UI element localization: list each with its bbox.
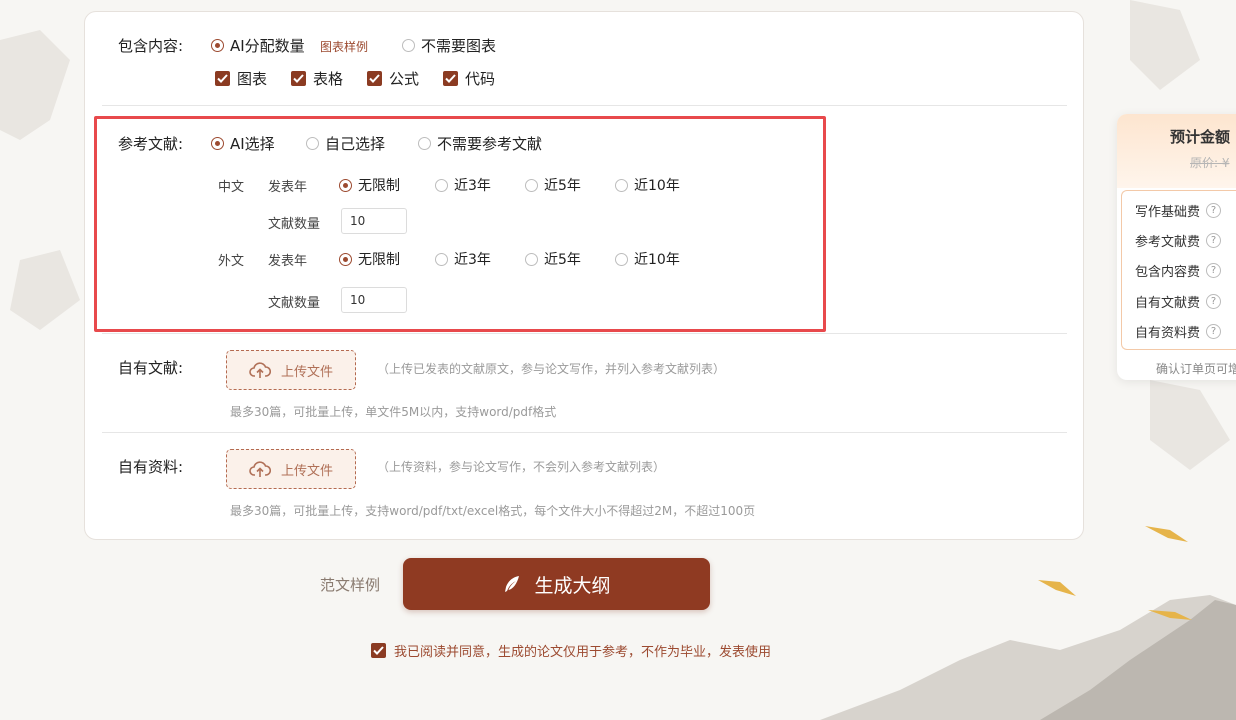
cn-year-unlimited[interactable]: 无限制 [339, 175, 400, 195]
foreign-count-input[interactable]: 10 [341, 287, 407, 313]
checkbox-code[interactable]: 代码 [443, 68, 495, 89]
own-materials-note: （上传资料，参与论文写作，不会列入参考文献列表） [377, 460, 666, 474]
radio-dot [435, 252, 448, 266]
fee-item: 包含内容费 ? [1135, 261, 1222, 280]
section-divider [102, 333, 1067, 334]
checkbox-table[interactable]: 表格 [291, 68, 343, 89]
own-materials-hint: 最多30篇，可批量上传，支持word/pdf/txt/excel格式，每个文件大… [230, 504, 756, 518]
fee-item: 写作基础费 ? [1135, 201, 1222, 220]
radio-dot [339, 252, 352, 266]
radio-dot [306, 137, 319, 150]
references-label: 参考文献: [118, 135, 184, 153]
original-price: 原价: ¥ [1190, 156, 1230, 170]
radio-dot [615, 252, 628, 266]
radio-ai-select[interactable]: AI选择 [211, 133, 275, 154]
check-icon [215, 71, 230, 86]
check-icon [371, 643, 386, 658]
fee-list: 写作基础费 ? 参考文献费 ? 包含内容费 ? 自有文献费 ? 自有资料费 ? [1121, 190, 1236, 350]
fee-item: 参考文献费 ? [1135, 231, 1222, 250]
radio-dot [525, 178, 538, 192]
chinese-lang-label: 中文 [218, 180, 245, 195]
help-icon[interactable]: ? [1206, 203, 1222, 218]
radio-ai-allocate[interactable]: AI分配数量 [211, 35, 305, 56]
check-icon [291, 71, 306, 86]
help-icon[interactable]: ? [1206, 263, 1222, 278]
foreign-count-label: 文献数量 [268, 296, 321, 311]
help-icon[interactable]: ? [1206, 233, 1222, 248]
foreign-year-label: 发表年 [268, 254, 308, 269]
radio-no-references[interactable]: 不需要参考文献 [418, 133, 542, 154]
sample-essay-link[interactable]: 范文样例 [320, 574, 380, 595]
own-literature-hint: 最多30篇，可批量上传，单文件5M以内，支持word/pdf格式 [230, 405, 557, 419]
fr-year-unlimited[interactable]: 无限制 [339, 249, 400, 269]
radio-dot [418, 137, 431, 150]
help-icon[interactable]: ? [1206, 324, 1222, 339]
fr-year-10[interactable]: 近10年 [615, 249, 680, 269]
checkbox-formula[interactable]: 公式 [367, 68, 419, 89]
radio-dot [339, 178, 352, 192]
own-literature-label: 自有文献: [118, 359, 184, 377]
fee-item: 自有文献费 ? [1135, 292, 1222, 311]
section-divider [102, 105, 1067, 106]
price-footer-note: 确认订单页可增 [1156, 362, 1236, 376]
cloud-upload-icon [249, 362, 271, 378]
fee-item: 自有资料费 ? [1135, 322, 1222, 341]
cloud-upload-icon [249, 461, 271, 477]
own-materials-upload-button[interactable]: 上传文件 [226, 449, 356, 489]
price-header: 预计金额 原价: ¥ [1117, 114, 1236, 188]
fr-year-5[interactable]: 近5年 [525, 249, 581, 269]
price-title: 预计金额 [1170, 128, 1231, 146]
radio-dot [402, 39, 415, 52]
radio-dot [211, 137, 224, 150]
own-literature-note: （上传已发表的文献原文，参与论文写作，并列入参考文献列表） [377, 362, 726, 376]
help-icon[interactable]: ? [1206, 294, 1222, 309]
section-divider [102, 432, 1067, 433]
own-literature-upload-button[interactable]: 上传文件 [226, 350, 356, 390]
checkbox-chart[interactable]: 图表 [215, 68, 267, 89]
agreement-text: 我已阅读并同意，生成的论文仅用于参考，不作为毕业，发表使用 [394, 645, 772, 660]
foreign-lang-label: 外文 [218, 254, 245, 269]
chinese-year-label: 发表年 [268, 180, 308, 195]
chinese-count-input[interactable]: 10 [341, 208, 407, 234]
radio-dot [211, 39, 224, 52]
radio-dot [525, 252, 538, 266]
check-icon [367, 71, 382, 86]
chinese-count-label: 文献数量 [268, 217, 321, 232]
cn-year-3[interactable]: 近3年 [435, 175, 491, 195]
cn-year-5[interactable]: 近5年 [525, 175, 581, 195]
agreement-checkbox[interactable]: 我已阅读并同意，生成的论文仅用于参考，不作为毕业，发表使用 [371, 641, 771, 660]
radio-dot [615, 178, 628, 192]
radio-dot [435, 178, 448, 192]
radio-no-chart[interactable]: 不需要图表 [402, 35, 496, 56]
check-icon [443, 71, 458, 86]
cn-year-10[interactable]: 近10年 [615, 175, 680, 195]
radio-self-select[interactable]: 自己选择 [306, 133, 385, 154]
chart-sample-link[interactable]: 图表样例 [320, 38, 368, 55]
generate-outline-button[interactable]: 生成大纲 [403, 558, 710, 610]
price-estimate-panel: 预计金额 原价: ¥ 写作基础费 ? 参考文献费 ? 包含内容费 ? 自有文献费… [1117, 114, 1236, 380]
fr-year-3[interactable]: 近3年 [435, 249, 491, 269]
quill-icon [505, 576, 520, 592]
include-content-label: 包含内容: [118, 37, 184, 55]
own-materials-label: 自有资料: [118, 458, 184, 476]
